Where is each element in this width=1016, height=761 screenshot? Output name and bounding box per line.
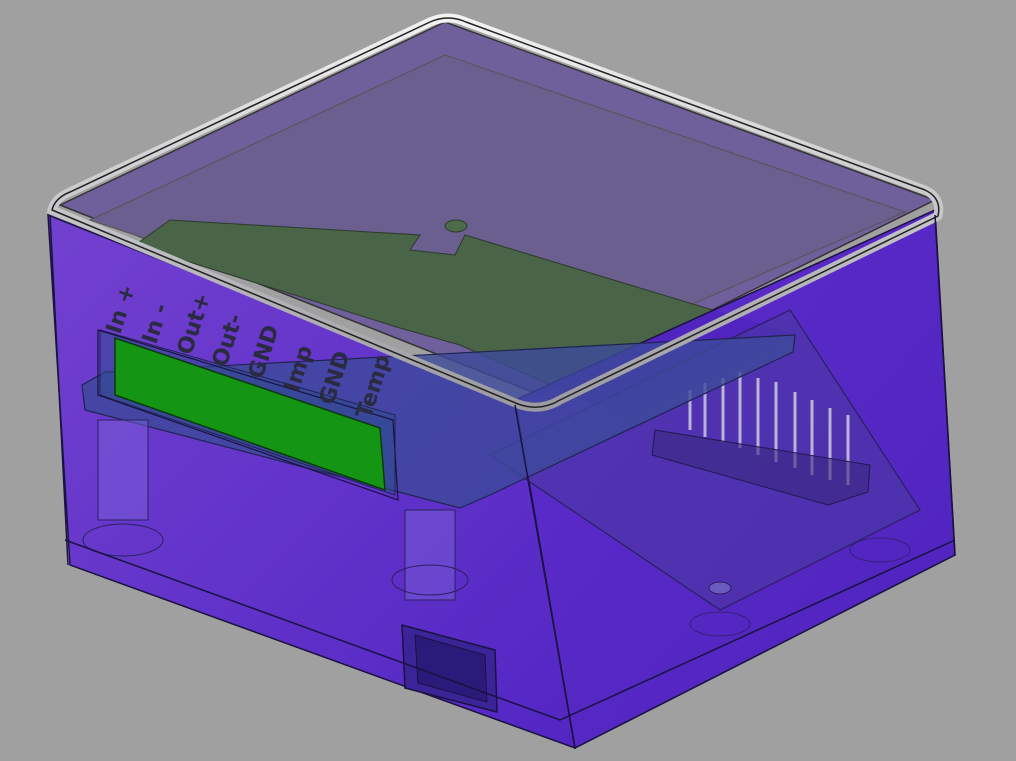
pcb-mount-hole (444, 219, 468, 233)
enclosure-3d-model: In + In - Out+ Out- GND Imp GND Temp (46, 13, 956, 750)
cad-viewport[interactable]: In + In - Out+ Out- GND Imp GND Temp (0, 0, 1016, 761)
board-mount-hole (708, 581, 732, 595)
